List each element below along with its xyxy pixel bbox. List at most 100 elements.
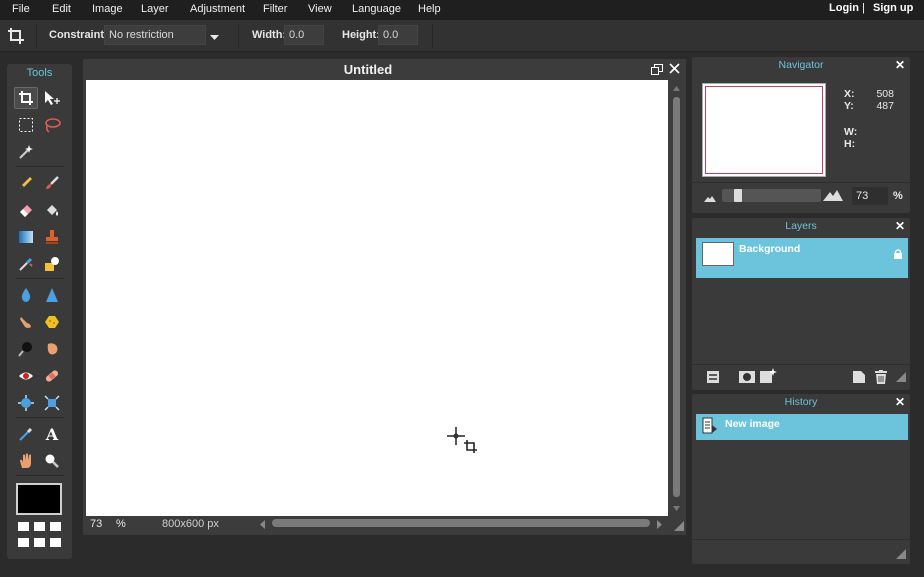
- hand-icon: [20, 453, 31, 468]
- filters-icon[interactable]: [760, 368, 778, 386]
- close-icon[interactable]: [669, 63, 680, 77]
- layer-name: Background: [739, 243, 801, 255]
- history-label: New image: [725, 418, 780, 430]
- type-icon: A: [45, 424, 59, 444]
- zoom-unit: %: [116, 518, 126, 530]
- foreground-color-swatch[interactable]: [16, 483, 62, 515]
- bloat-tool[interactable]: [14, 392, 38, 414]
- finger-icon: [20, 317, 31, 328]
- navigator-viewport[interactable]: [705, 86, 823, 174]
- resize-grip-icon[interactable]: [674, 521, 684, 534]
- crop-tool-icon: [7, 27, 25, 48]
- paint-bucket-tool[interactable]: [40, 199, 64, 221]
- clone-stamp-tool[interactable]: [40, 226, 64, 248]
- menu-view[interactable]: View: [308, 3, 332, 15]
- zoom-slider[interactable]: [722, 189, 821, 202]
- vertical-scrollbar[interactable]: [670, 80, 683, 516]
- history-item[interactable]: New image: [696, 414, 908, 440]
- crop-icon: [19, 91, 33, 105]
- scroll-right-icon[interactable]: [656, 520, 662, 532]
- dodge-tool[interactable]: [14, 338, 38, 360]
- brush-tool[interactable]: [40, 172, 64, 194]
- height-field[interactable]: 0.0: [378, 25, 418, 45]
- bloat-icon: [18, 395, 34, 411]
- menu-adjustment[interactable]: Adjustment: [190, 3, 245, 15]
- status-bar: 73 % 800x600 px: [83, 516, 686, 535]
- lock-icon: [894, 249, 902, 262]
- zoom-tool[interactable]: [40, 450, 64, 472]
- separator: [36, 24, 37, 48]
- zoom-in-icon[interactable]: [823, 190, 843, 204]
- eyedropper-icon: [19, 427, 33, 441]
- zoom-value[interactable]: 73: [90, 518, 102, 530]
- menu-file[interactable]: File: [12, 3, 30, 15]
- blur-tool[interactable]: [14, 284, 38, 306]
- zoom-out-icon[interactable]: [704, 193, 716, 205]
- dodge-icon: [18, 342, 32, 357]
- chevron-down-icon[interactable]: [210, 32, 219, 44]
- clone-stamp-icon: [46, 230, 58, 244]
- zoom-field[interactable]: 73: [852, 187, 888, 205]
- menu-help[interactable]: Help: [418, 3, 441, 15]
- pinch-tool[interactable]: [40, 392, 64, 414]
- menu-layer[interactable]: Layer: [141, 3, 169, 15]
- color-picker-tool[interactable]: [14, 423, 38, 445]
- pinch-icon: [44, 395, 60, 411]
- document-canvas[interactable]: [86, 80, 668, 516]
- close-icon[interactable]: ✕: [895, 395, 905, 409]
- gradient-tool[interactable]: [14, 226, 38, 248]
- sponge-icon: [45, 316, 59, 328]
- layer-mask-icon[interactable]: [739, 371, 755, 386]
- trash-icon[interactable]: [875, 370, 887, 387]
- navigator-preview[interactable]: [702, 83, 826, 177]
- width-field[interactable]: 0.0: [284, 25, 324, 45]
- close-icon[interactable]: ✕: [895, 219, 905, 233]
- login-link[interactable]: Login: [829, 2, 859, 14]
- smudge-tool[interactable]: [14, 311, 38, 333]
- tools-separator: [16, 166, 64, 167]
- crop-tool[interactable]: [14, 87, 38, 109]
- scroll-left-icon[interactable]: [260, 520, 266, 532]
- resize-grip-icon[interactable]: [896, 549, 906, 562]
- layer-styles-icon[interactable]: [707, 371, 719, 386]
- menu-edit[interactable]: Edit: [52, 3, 71, 15]
- tools-separator: [16, 417, 64, 418]
- tools-panel: Tools A: [7, 64, 72, 559]
- eraser-tool[interactable]: [14, 199, 38, 221]
- shapes-icon: [45, 257, 59, 271]
- view-modes[interactable]: [18, 522, 62, 550]
- resize-grip-icon[interactable]: [896, 372, 906, 385]
- red-eye-tool[interactable]: [14, 365, 38, 387]
- burn-tool[interactable]: [40, 338, 64, 360]
- pencil-icon: [20, 177, 32, 189]
- x-label: X:: [844, 88, 855, 100]
- color-replace-tool[interactable]: [14, 253, 38, 275]
- horizontal-scrollbar-thumb[interactable]: [272, 519, 650, 527]
- drawing-tool[interactable]: [40, 253, 64, 275]
- hand-tool[interactable]: [14, 450, 38, 472]
- close-icon[interactable]: ✕: [895, 58, 905, 72]
- lasso-tool[interactable]: [40, 114, 64, 136]
- layer-row[interactable]: Background: [696, 238, 908, 278]
- type-tool[interactable]: A: [40, 423, 64, 445]
- document-title: Untitled: [343, 62, 393, 77]
- x-value: 508: [876, 88, 894, 100]
- constraint-select[interactable]: No restriction: [104, 25, 206, 45]
- move-tool[interactable]: [40, 87, 64, 109]
- signup-link[interactable]: Sign up: [873, 2, 913, 14]
- image-dimensions: 800x600 px: [162, 518, 219, 530]
- menu-language[interactable]: Language: [352, 3, 401, 15]
- pencil-tool[interactable]: [14, 172, 38, 194]
- new-layer-icon[interactable]: [853, 371, 865, 386]
- menu-image[interactable]: Image: [92, 3, 123, 15]
- spot-heal-tool[interactable]: [40, 365, 64, 387]
- marquee-tool[interactable]: [14, 114, 38, 136]
- eraser-icon: [20, 205, 32, 217]
- restore-window-icon[interactable]: [651, 64, 663, 78]
- menu-filter[interactable]: Filter: [263, 3, 287, 15]
- zoom-slider-handle[interactable]: [734, 189, 742, 202]
- magic-wand-tool[interactable]: [14, 141, 38, 163]
- sponge-tool[interactable]: [40, 311, 64, 333]
- sharpen-tool[interactable]: [40, 284, 64, 306]
- history-panel: History ✕ New image: [692, 394, 910, 564]
